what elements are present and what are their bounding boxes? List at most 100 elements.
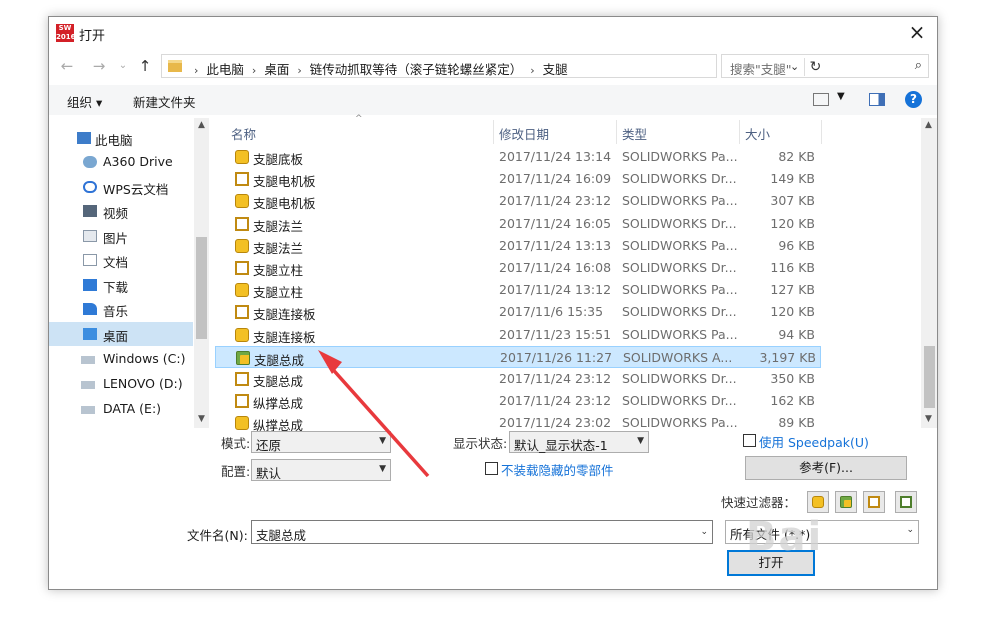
column-divider[interactable]: [493, 120, 494, 144]
column-header-type[interactable]: 类型: [622, 124, 647, 143]
navigation-pane: 此电脑 A360 Drive WPS云文档 视频 图片 文档 下载 音乐 桌面 …: [49, 118, 209, 428]
file-type-cell: SOLIDWORKS A...: [623, 349, 733, 365]
search-input[interactable]: 搜索"支腿": [730, 59, 792, 78]
close-button[interactable]: ×: [905, 21, 929, 45]
sw-part-icon: [235, 416, 249, 431]
forward-arrow-icon[interactable]: →: [89, 55, 109, 77]
sw-part-icon: [812, 496, 824, 508]
config-select[interactable]: 默认 ▼: [251, 459, 391, 481]
breadcrumb-item-project-folder[interactable]: 链传动抓取等待（滚子链轮螺丝紧定）: [310, 62, 523, 77]
file-row[interactable]: 支腿法兰 2017/11/24 13:13 SOLIDWORKS Pa... 96 K…: [215, 235, 821, 257]
file-size-cell: 127 KB: [770, 282, 815, 298]
breadcrumb-item-desktop[interactable]: 桌面: [264, 62, 289, 77]
mode-select[interactable]: 还原 ▼: [251, 431, 391, 453]
file-name-cell: 支腿电机板: [253, 196, 316, 212]
filter-drawings-button[interactable]: [863, 491, 885, 513]
recent-chevron-icon[interactable]: ⌄: [113, 55, 133, 77]
sidebar-scroll-thumb[interactable]: [196, 237, 207, 339]
file-type-cell: SOLIDWORKS Pa...: [622, 237, 738, 253]
filter-assemblies-button[interactable]: [835, 491, 857, 513]
hide-parts-checkbox[interactable]: [485, 462, 498, 475]
column-header-name[interactable]: 名称: [231, 124, 256, 143]
file-date-cell: 2017/11/24 13:14: [499, 149, 612, 164]
file-row[interactable]: 支腿立柱 2017/11/24 16:08 SOLIDWORKS Dr... 116 …: [215, 257, 821, 279]
sidebar-item-a360-drive[interactable]: A360 Drive: [49, 150, 193, 174]
file-row[interactable]: 支腿总成 2017/11/26 11:27 SOLIDWORKS A... 3,197…: [215, 345, 821, 368]
file-row[interactable]: 支腿立柱 2017/11/24 13:12 SOLIDWORKS Pa... 127 …: [215, 279, 821, 301]
solidworks-app-icon: SW 2016: [56, 24, 76, 42]
file-row[interactable]: 支腿电机板 2017/11/24 16:09 SOLIDWORKS Dr... 149…: [215, 168, 821, 190]
file-date-cell: 2017/11/24 13:12: [499, 282, 612, 298]
drive-icon: [81, 381, 95, 389]
sidebar-item-wps-cloud[interactable]: WPS云文档: [49, 175, 193, 199]
speedpak-checkbox[interactable]: [743, 434, 756, 447]
file-row[interactable]: 支腿电机板 2017/11/24 23:12 SOLIDWORKS Pa... 307…: [215, 190, 821, 212]
file-row[interactable]: 支腿法兰 2017/11/24 16:05 SOLIDWORKS Dr... 120 …: [215, 213, 821, 235]
column-divider[interactable]: [616, 120, 617, 144]
file-row[interactable]: 支腿底板 2017/11/24 13:14 SOLIDWORKS Pa... 82 K…: [215, 146, 821, 168]
desktop-folder-icon: [83, 328, 97, 340]
file-row[interactable]: 纵撑总成 2017/11/24 23:12 SOLIDWORKS Dr... 162 …: [215, 390, 821, 412]
hide-parts-label[interactable]: 不装载隐藏的零部件: [501, 460, 614, 479]
view-dropdown-icon[interactable]: ▼: [837, 91, 845, 102]
address-bar[interactable]: › 此电脑 › 桌面 › 链传动抓取等待（滚子链轮螺丝紧定） › 支腿 ⌄ ↻: [161, 54, 821, 78]
sw-drawing-icon: [235, 172, 249, 187]
sidebar-item-downloads[interactable]: 下载: [49, 273, 193, 297]
sidebar-item-label: LENOVO (D:): [103, 376, 183, 391]
file-date-cell: 2017/11/24 23:12: [499, 193, 612, 209]
preview-pane-icon[interactable]: [869, 93, 885, 106]
column-divider[interactable]: [739, 120, 740, 144]
display-state-select[interactable]: 默认_显示状态-1 ▼: [509, 431, 649, 453]
scroll-down-icon[interactable]: ▼: [194, 414, 209, 424]
search-box[interactable]: 搜索"支腿" ⌕: [721, 54, 929, 78]
column-header-size[interactable]: 大小: [745, 124, 770, 143]
sidebar-item-drive-c[interactable]: Windows (C:): [49, 347, 193, 371]
file-row[interactable]: 支腿连接板 2017/11/23 15:51 SOLIDWORKS Pa... 94 …: [215, 324, 821, 346]
chevron-right-icon: ›: [194, 64, 199, 77]
config-label: 配置:: [221, 464, 251, 479]
breadcrumb-item-this-pc[interactable]: 此电脑: [206, 62, 244, 77]
display-state-value: 默认_显示状态-1: [514, 438, 608, 453]
sw-assembly-icon: [840, 496, 852, 508]
column-header-date[interactable]: 修改日期: [499, 124, 549, 143]
scroll-up-icon[interactable]: ▲: [194, 120, 209, 130]
filename-input[interactable]: 支腿总成 ⌄: [251, 520, 713, 544]
scroll-up-icon[interactable]: ▲: [921, 120, 936, 130]
file-list-scrollbar[interactable]: ▲ ▼: [921, 118, 937, 428]
help-icon[interactable]: ?: [905, 91, 922, 108]
sw-drawing-icon: [235, 261, 249, 275]
new-folder-button[interactable]: 新建文件夹: [133, 92, 196, 111]
sidebar-item-drive-e[interactable]: DATA (E:): [49, 397, 193, 421]
file-list-scroll-thumb[interactable]: [924, 346, 935, 408]
sidebar-item-music[interactable]: 音乐: [49, 297, 193, 321]
scroll-down-icon[interactable]: ▼: [921, 414, 936, 424]
file-type-cell: SOLIDWORKS Pa...: [622, 415, 738, 431]
computer-icon: [77, 132, 91, 144]
sidebar-scrollbar[interactable]: ▲ ▼: [194, 118, 209, 428]
chevron-down-icon[interactable]: ⌄: [700, 527, 708, 537]
sidebar-item-desktop[interactable]: 桌面: [49, 322, 193, 346]
file-row[interactable]: 支腿总成 2017/11/24 23:12 SOLIDWORKS Dr... 350 …: [215, 368, 821, 390]
file-type-cell: SOLIDWORKS Dr...: [622, 215, 737, 231]
sidebar-item-pictures[interactable]: 图片: [49, 224, 193, 248]
sidebar-item-documents[interactable]: 文档: [49, 248, 193, 272]
view-options-icon[interactable]: [813, 93, 829, 106]
breadcrumb-item-current[interactable]: 支腿: [543, 62, 568, 77]
filter-parts-button[interactable]: [807, 491, 829, 513]
file-name-cell: 支腿总成: [253, 374, 304, 389]
reference-button[interactable]: 参考(F)...: [745, 456, 907, 480]
organize-button[interactable]: 组织 ▾: [67, 92, 102, 111]
sidebar-item-this-pc[interactable]: 此电脑: [49, 126, 193, 150]
file-date-cell: 2017/11/24 23:12: [499, 393, 612, 409]
sidebar-item-videos[interactable]: 视频: [49, 199, 193, 223]
filter-top-assemblies-button[interactable]: [895, 491, 917, 513]
downloads-folder-icon: [83, 279, 97, 291]
config-value: 默认: [256, 466, 282, 481]
sidebar-item-drive-d[interactable]: LENOVO (D:): [49, 372, 193, 396]
speedpak-label[interactable]: 使用 Speedpak(U): [759, 432, 869, 451]
column-divider[interactable]: [821, 120, 822, 144]
file-size-cell: 116 KB: [770, 260, 815, 275]
back-arrow-icon[interactable]: ←: [57, 55, 77, 77]
up-arrow-icon[interactable]: ↑: [135, 55, 155, 77]
file-row[interactable]: 支腿连接板 2017/11/6 15:35 SOLIDWORKS Dr... 120 …: [215, 301, 821, 323]
